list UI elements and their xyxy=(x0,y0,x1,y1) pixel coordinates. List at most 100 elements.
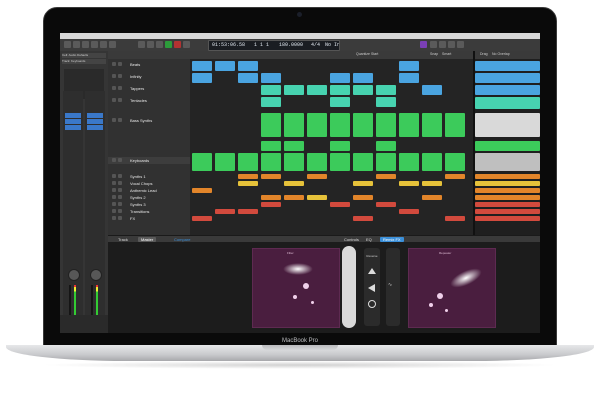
region[interactable] xyxy=(475,202,540,207)
loop-cell[interactable] xyxy=(330,73,350,83)
loop-cell-playing[interactable] xyxy=(399,113,419,137)
loop-cell[interactable] xyxy=(238,174,258,179)
loop-cell[interactable] xyxy=(399,181,419,186)
region[interactable] xyxy=(475,209,540,214)
region[interactable] xyxy=(475,97,540,109)
plugin-slot[interactable] xyxy=(87,113,103,118)
mixer-button[interactable] xyxy=(100,41,107,48)
loop-cell[interactable] xyxy=(261,153,281,171)
plugin-slot[interactable] xyxy=(87,125,103,130)
region[interactable] xyxy=(475,174,540,179)
scratch-icon[interactable] xyxy=(368,268,376,274)
drag-value[interactable]: No Overlap xyxy=(492,52,510,56)
loop-cell[interactable] xyxy=(238,73,258,83)
loop-cell[interactable] xyxy=(376,141,396,151)
track-row[interactable]: Synths 3 xyxy=(108,201,190,208)
loop-cell[interactable] xyxy=(261,73,281,83)
loop-cell[interactable] xyxy=(192,73,212,83)
repeater-xy-pad[interactable]: Repeater xyxy=(408,248,496,328)
pan-knob[interactable] xyxy=(68,269,80,281)
loop-cell[interactable] xyxy=(376,174,396,179)
region[interactable] xyxy=(475,141,540,151)
reverse-button[interactable]: Reverse xyxy=(365,254,379,258)
track-row[interactable]: Tentacles xyxy=(108,97,190,104)
loop-cell[interactable] xyxy=(261,85,281,95)
loop-cell[interactable] xyxy=(307,85,327,95)
loop-cell[interactable] xyxy=(399,73,419,83)
track-row[interactable]: Transitions xyxy=(108,208,190,215)
loop-cell-playing[interactable] xyxy=(445,113,465,137)
loop-cell[interactable] xyxy=(307,174,327,179)
quantize-label[interactable]: Quantize Start xyxy=(356,52,378,56)
loop-cell[interactable] xyxy=(284,85,304,95)
loop-cell-playing[interactable] xyxy=(307,113,327,137)
loop-cell[interactable] xyxy=(284,181,304,186)
loop-cell[interactable] xyxy=(238,181,258,186)
loop-cell[interactable] xyxy=(238,61,258,71)
play-button[interactable] xyxy=(165,41,172,48)
loop-cell[interactable] xyxy=(353,195,373,200)
list-editors-button[interactable] xyxy=(430,41,437,48)
loop-cell[interactable] xyxy=(376,202,396,207)
loop-cell-playing[interactable] xyxy=(284,113,304,137)
tuner-button[interactable] xyxy=(420,41,427,48)
track-row[interactable]: FX xyxy=(108,215,190,222)
loop-cell[interactable] xyxy=(307,153,327,171)
editors-button[interactable] xyxy=(109,41,116,48)
loop-cell[interactable] xyxy=(445,174,465,179)
loop-cell[interactable] xyxy=(422,85,442,95)
record-button[interactable] xyxy=(174,41,181,48)
loop-cell[interactable] xyxy=(192,61,212,71)
loop-cell[interactable] xyxy=(422,195,442,200)
gate-slider[interactable] xyxy=(342,246,356,328)
compressor-slot[interactable] xyxy=(65,119,81,124)
region[interactable] xyxy=(475,195,540,200)
filter-xy-pad[interactable]: Filter xyxy=(252,248,340,328)
loop-cell[interactable] xyxy=(215,209,235,214)
loop-cell[interactable] xyxy=(330,97,350,107)
forward-button[interactable] xyxy=(147,41,154,48)
loop-cell[interactable] xyxy=(238,209,258,214)
loop-cell[interactable] xyxy=(261,174,281,179)
loop-cell[interactable] xyxy=(445,153,465,171)
stop-button[interactable] xyxy=(156,41,163,48)
loop-cell[interactable] xyxy=(261,195,281,200)
loop-cell[interactable] xyxy=(261,97,281,107)
cycle-button[interactable] xyxy=(183,41,190,48)
eq-slot[interactable] xyxy=(65,113,81,118)
loop-cell[interactable] xyxy=(284,153,304,171)
region[interactable] xyxy=(475,73,540,83)
region[interactable] xyxy=(475,153,540,171)
loop-cell[interactable] xyxy=(284,195,304,200)
library-button[interactable] xyxy=(64,41,71,48)
snap-value[interactable]: Smart xyxy=(442,52,451,56)
region[interactable] xyxy=(475,61,540,71)
loop-cell[interactable] xyxy=(376,97,396,107)
loop-cell[interactable] xyxy=(192,153,212,171)
loop-cell[interactable] xyxy=(353,216,373,221)
loop-cell[interactable] xyxy=(330,141,350,151)
rewind-button[interactable] xyxy=(138,41,145,48)
loop-cell[interactable] xyxy=(307,195,327,200)
track-row[interactable]: Beats xyxy=(108,61,190,68)
loop-cell[interactable] xyxy=(330,202,350,207)
loop-cell[interactable] xyxy=(284,141,304,151)
wobble-control[interactable]: ∿ xyxy=(386,248,400,326)
loop-cell-playing[interactable] xyxy=(261,113,281,137)
loop-cell[interactable] xyxy=(353,153,373,171)
loop-cell[interactable] xyxy=(353,85,373,95)
loop-cell[interactable] xyxy=(353,73,373,83)
region[interactable] xyxy=(475,188,540,193)
help-button[interactable] xyxy=(82,41,89,48)
region[interactable] xyxy=(475,85,540,95)
plugin-slot[interactable] xyxy=(87,119,103,124)
loop-cell[interactable] xyxy=(261,141,281,151)
loop-cell[interactable] xyxy=(330,153,350,171)
smart-controls-button[interactable] xyxy=(91,41,98,48)
loop-cell[interactable] xyxy=(399,153,419,171)
track-row[interactable]: Synths 1 xyxy=(108,173,190,180)
loop-cell-playing[interactable] xyxy=(330,113,350,137)
loop-cell-playing[interactable] xyxy=(422,113,442,137)
track-row-selected[interactable]: Keyboards xyxy=(108,157,190,164)
loop-cell[interactable] xyxy=(399,61,419,71)
